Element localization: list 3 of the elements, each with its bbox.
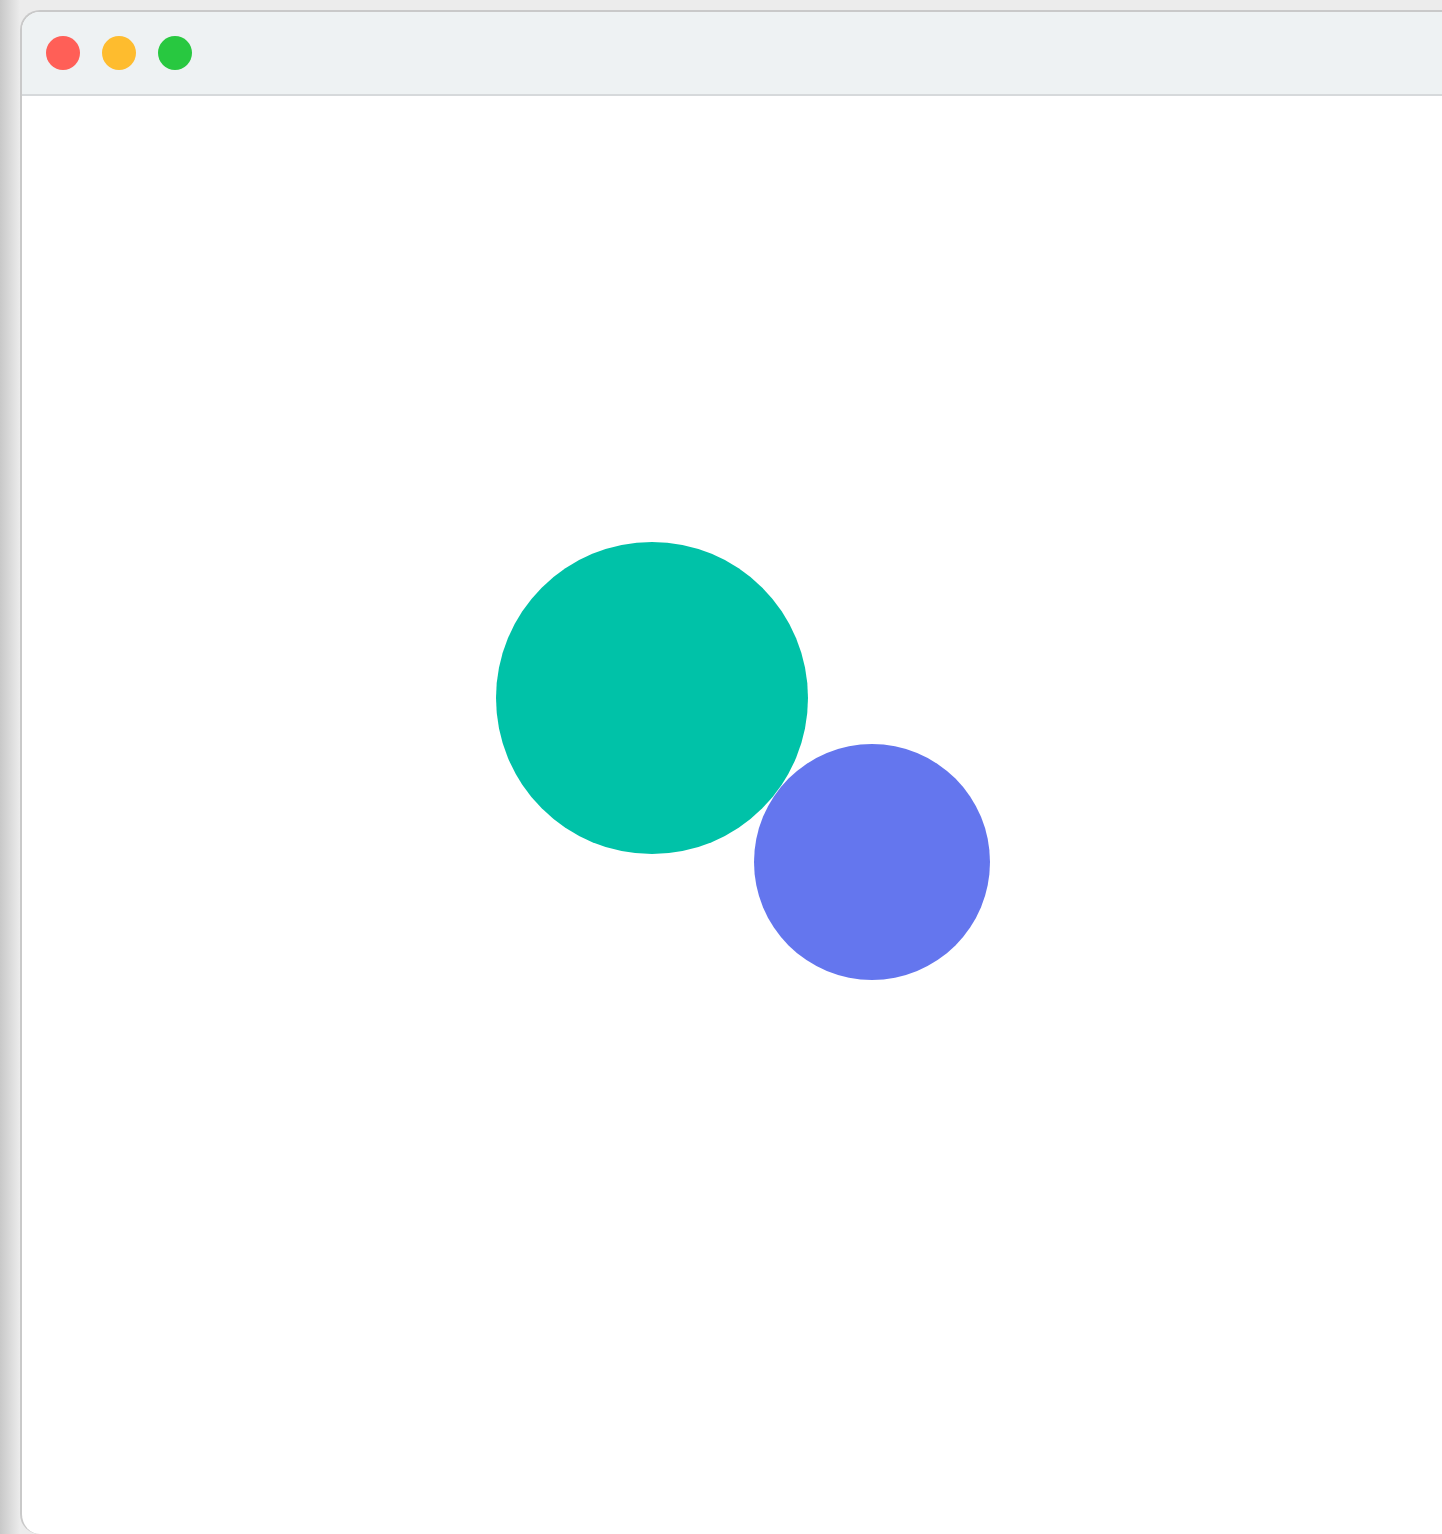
close-button[interactable]: [46, 36, 80, 70]
zoom-button[interactable]: [158, 36, 192, 70]
minimize-button[interactable]: [102, 36, 136, 70]
